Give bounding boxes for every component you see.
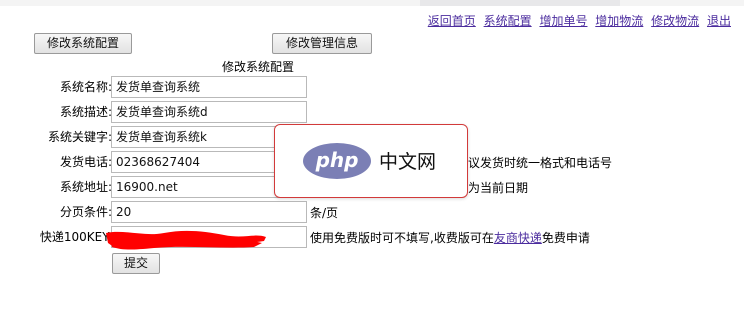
system-name-input[interactable]: 发货单查询系统 [111, 76, 307, 98]
nav-link-add-logistics[interactable]: 增加物流 [595, 14, 643, 28]
partner-express-link[interactable]: 友商快递 [494, 231, 542, 245]
site-name-text: 中文网 [379, 151, 437, 173]
nav-link-edit-logistics[interactable]: 修改物流 [651, 14, 699, 28]
redaction-scribble [106, 230, 266, 250]
submit-button[interactable]: 提交 [112, 253, 160, 274]
field-note: 为当前日期 [468, 181, 529, 195]
browser-top-strip [0, 0, 744, 6]
field-note: 使用免费版时可不填写,收费版可在友商快递免费申请 [310, 229, 590, 246]
form-row-system-description: 系统描述: 发货单查询系统d [0, 101, 744, 123]
field-note: 议发货时统一格式和电话号 [468, 156, 613, 170]
nav-link-logout[interactable]: 退出 [707, 14, 731, 28]
field-label: 快递100KEY: [39, 230, 112, 244]
section-title: 修改系统配置 [222, 60, 295, 74]
php-chinese-site-popup[interactable]: php 中文网 [274, 124, 468, 198]
edit-admin-info-button[interactable]: 修改管理信息 [272, 33, 372, 54]
field-note: 条/页 [310, 206, 339, 220]
field-label: 系统描述: [59, 105, 112, 119]
edit-system-config-button[interactable]: 修改系统配置 [34, 33, 132, 54]
field-label: 发货电话: [59, 155, 112, 169]
nav-link-add-order[interactable]: 增加单号 [539, 14, 587, 28]
field-label: 分页条件: [59, 205, 112, 219]
field-label: 系统名称: [59, 80, 112, 94]
form-row-page-size: 分页条件: 20 条/页 [0, 201, 744, 223]
page-size-input[interactable]: 20 [111, 201, 307, 223]
form-row-system-name: 系统名称: 发货单查询系统 [0, 76, 744, 98]
nav-link-home[interactable]: 返回首页 [428, 14, 476, 28]
field-label: 系统关键字: [47, 130, 112, 144]
php-logo: php [303, 143, 371, 179]
field-label: 系统地址: [59, 180, 112, 194]
nav-link-system-config[interactable]: 系统配置 [484, 14, 532, 28]
browser-tab-fragment [420, 0, 620, 6]
system-description-input[interactable]: 发货单查询系统d [111, 101, 307, 123]
top-navigation: 返回首页 系统配置 增加单号 增加物流 修改物流 退出 [424, 12, 731, 29]
note-text: 使用免费版时可不填写,收费版可在 [310, 231, 494, 245]
note-text: 免费申请 [541, 231, 590, 245]
